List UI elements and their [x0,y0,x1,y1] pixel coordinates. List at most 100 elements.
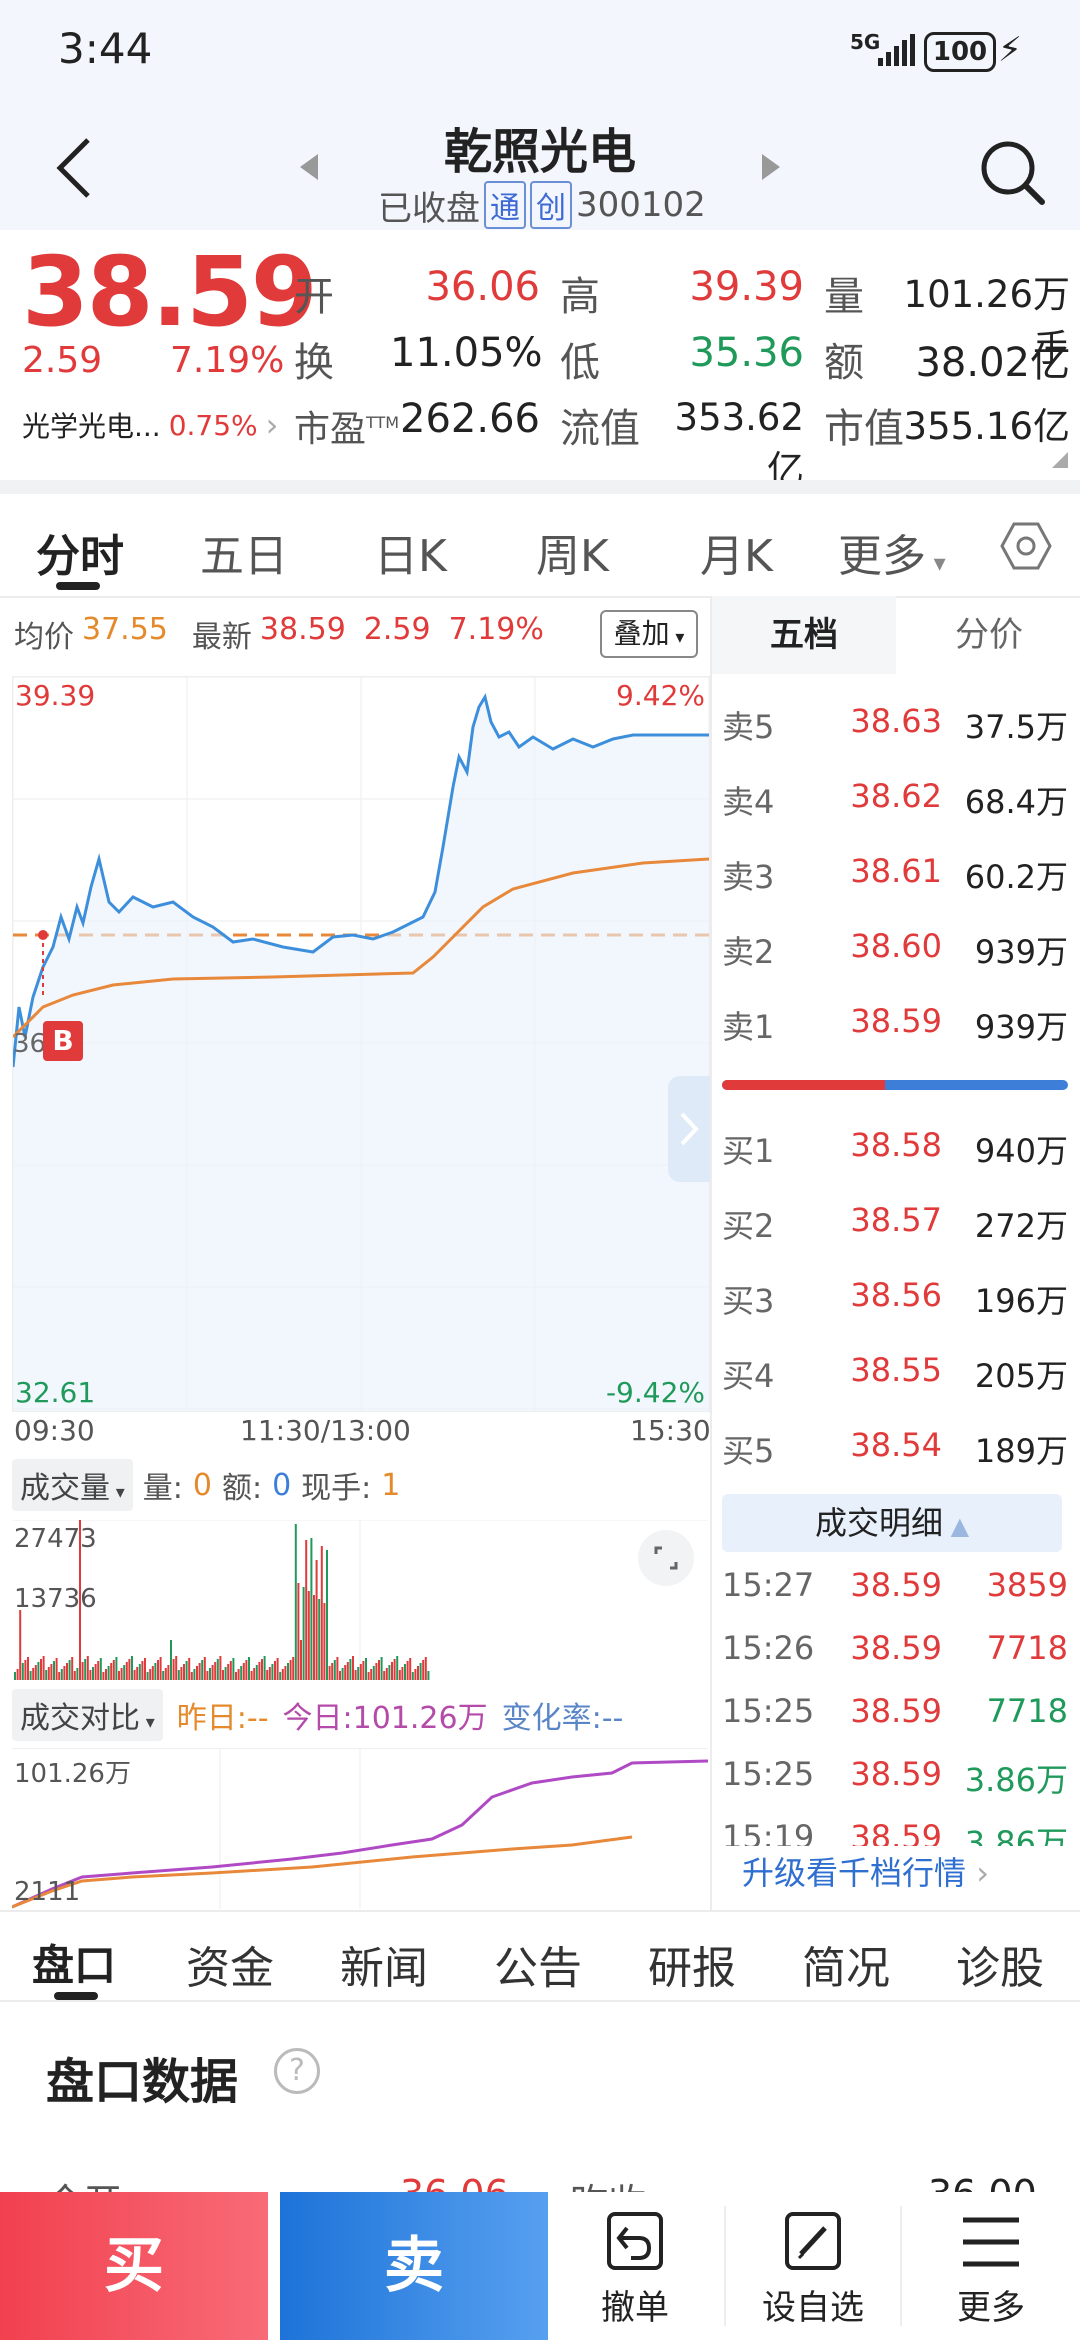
price-change-pct: 7.19% [170,340,285,381]
bid-row[interactable]: 买2 38.57 272万 [712,1191,1080,1251]
trade-detail-header[interactable]: 成交明细 ▲ [722,1494,1062,1552]
volume-bar [188,1658,191,1680]
buy-marker[interactable]: B [43,1021,83,1061]
volume-bar [427,1671,430,1680]
volume-bar [357,1667,360,1680]
volume-bar [404,1664,406,1680]
volume-bar [170,1640,172,1680]
tab-funds[interactable]: 资金 [186,1932,274,1996]
ask-volume: 939万 [974,933,1068,971]
ask-level: 卖2 [722,933,775,971]
volume-bar [331,1663,334,1680]
volume-selector[interactable]: 成交量 ▾ [12,1459,133,1511]
volume-bar [352,1656,354,1680]
trade-row: 15:25 38.59 3.86万 [712,1747,1080,1803]
volume-bar [58,1672,61,1680]
yesterday-volume-line [12,1835,633,1909]
trade-volume: 7718 [986,1629,1068,1667]
bid-row[interactable]: 买4 38.55 205万 [712,1341,1080,1401]
expand-corner-icon[interactable] [1052,452,1068,468]
ask-row[interactable]: 卖5 38.63 37.5万 [712,692,1080,752]
tab-weekly-k[interactable]: 周K [536,520,609,584]
upgrade-link[interactable]: 升级看千档行情 › [742,1848,989,1894]
volume-bar [102,1672,105,1680]
ask-row[interactable]: 卖4 38.62 68.4万 [712,767,1080,827]
price-chart[interactable]: 39.39 9.42% 32.61 -9.42% 36 B [12,676,710,1412]
volume-bar [209,1668,211,1680]
bid-level: 买2 [722,1207,775,1245]
volume-bar [339,1671,341,1680]
bottom-price-label: 32.61 [15,1376,96,1409]
tab-five-day[interactable]: 五日 [200,520,288,584]
tab-daily-k[interactable]: 日K [374,520,447,584]
volume-bar [27,1657,29,1680]
ask-level: 卖4 [722,783,775,821]
add-watchlist-button[interactable]: 设自选 [748,2210,878,2340]
volume-bar [141,1661,144,1680]
ask-price: 38.62 [850,777,942,815]
tab-research[interactable]: 研报 [648,1932,736,1996]
stock-header: 乾照光电 已收盘 通 创 300102 [0,110,1080,230]
fullscreen-icon[interactable] [638,1530,694,1586]
sector-link[interactable]: 光学光电... 0.75% › [22,405,278,445]
tab-announcements[interactable]: 公告 [494,1932,582,1996]
chevron-right-icon: › [265,406,279,444]
bid-row[interactable]: 买5 38.54 189万 [712,1416,1080,1476]
back-icon[interactable] [52,136,96,200]
next-stock-icon[interactable] [760,152,782,182]
more-button[interactable]: 更多 [926,2210,1056,2340]
volume-bar [118,1671,120,1680]
bid-price: 38.55 [850,1351,942,1389]
volume-bar [71,1657,74,1680]
bid-row[interactable]: 买3 38.56 196万 [712,1266,1080,1326]
volume-bar [393,1659,396,1680]
search-icon[interactable] [980,140,1046,206]
help-icon[interactable]: ? [274,2048,320,2094]
volume-bar [305,1540,308,1680]
tab-profile[interactable]: 简况 [802,1932,890,1996]
expand-book-handle[interactable] [668,1076,710,1182]
low-label: 低 [560,340,600,386]
float-cap-label: 流值 [560,406,640,452]
volume-bar [310,1538,313,1680]
prev-stock-icon[interactable] [298,152,320,182]
volume-bar [268,1667,271,1680]
ask-row[interactable]: 卖3 38.61 60.2万 [712,842,1080,902]
tab-price-dist[interactable]: 分价 [896,596,1080,674]
section-title: 盘口数据 [46,2054,239,2110]
tab-order-book[interactable]: 盘口 [32,1932,116,1993]
sector-name: 光学光电... [22,410,161,443]
volume-bar [391,1662,393,1680]
overlay-button[interactable]: 叠加 ▾ [600,610,698,658]
volume-bar [372,1666,375,1680]
volume-bar [323,1603,326,1680]
chart-settings-icon[interactable] [1000,520,1052,572]
tab-monthly-k[interactable]: 月K [700,520,773,584]
volume-bar [289,1660,292,1680]
tab-news[interactable]: 新闻 [340,1932,428,1996]
tab-five-level[interactable]: 五档 [712,596,896,674]
bid-price: 38.56 [850,1276,942,1314]
tab-more[interactable]: 更多 ▾ [838,520,946,584]
compare-header: 成交对比 ▾ 昨日:-- 今日:101.26万 变化率:-- [12,1689,623,1741]
signal-icon [878,32,918,68]
turnover-label: 换 [294,340,334,386]
compare-yesterday: 昨日:-- [176,1701,269,1736]
volume-bar [276,1658,279,1680]
ask-row[interactable]: 卖2 38.60 939万 [712,917,1080,977]
buy-button[interactable]: 买 [0,2192,268,2340]
compare-selector[interactable]: 成交对比 ▾ [12,1689,163,1741]
top-pct-label: 9.42% [616,679,705,712]
tab-intraday[interactable]: 分时 [36,520,124,584]
volume-bar [313,1595,315,1680]
ask-price: 38.61 [850,852,942,890]
stock-code: 300102 [576,185,706,225]
volume-bar [235,1672,237,1680]
ask-level: 卖3 [722,858,775,896]
cancel-order-button[interactable]: 撤单 [570,2210,700,2340]
sell-button[interactable]: 卖 [280,2192,548,2340]
tab-diagnosis[interactable]: 诊股 [956,1932,1044,1996]
bid-row[interactable]: 买1 38.58 940万 [712,1116,1080,1176]
ask-row[interactable]: 卖1 38.59 939万 [712,992,1080,1052]
volume-bar [136,1667,139,1680]
